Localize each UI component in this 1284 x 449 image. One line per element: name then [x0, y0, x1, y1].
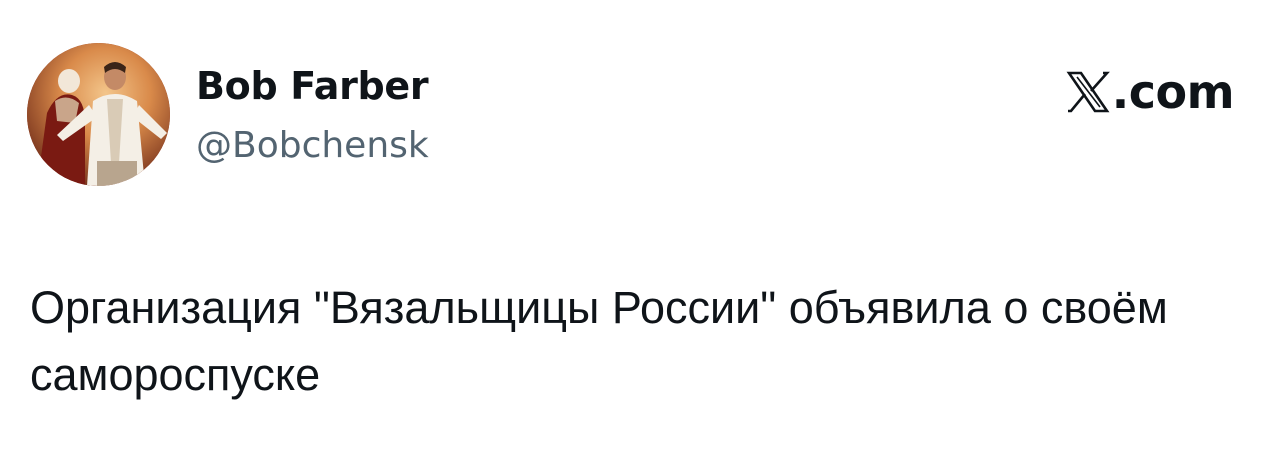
- x-logo-icon: [1066, 70, 1110, 114]
- tweet-card: Bob Farber @Bobchensk .com Организация "…: [0, 0, 1284, 449]
- avatar[interactable]: [27, 43, 170, 186]
- author-handle[interactable]: @Bobchensk: [196, 124, 429, 168]
- brand-logo: .com: [1066, 62, 1235, 122]
- avatar-image: [27, 43, 170, 186]
- tweet-text: Организация "Вязальщицы России" объявила…: [30, 282, 1181, 400]
- brand-domain-label: .com: [1111, 65, 1235, 119]
- author-display-name[interactable]: Bob Farber: [196, 64, 429, 108]
